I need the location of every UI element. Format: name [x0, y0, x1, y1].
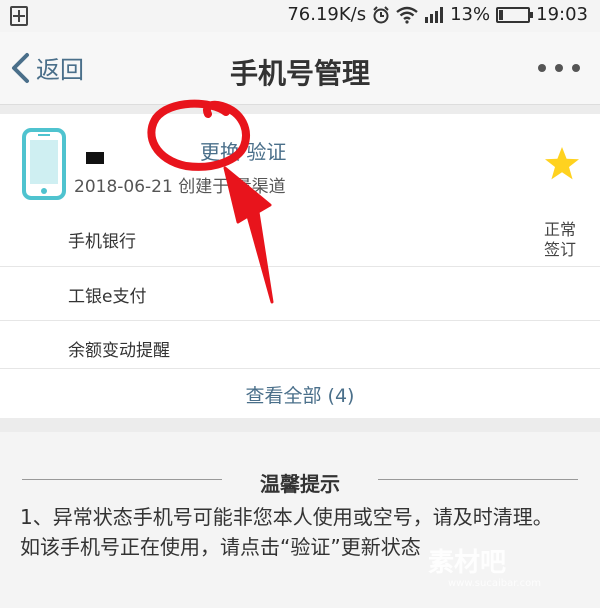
- watermark-text: 素材吧: [428, 548, 507, 578]
- annotation-circle: [147, 99, 250, 171]
- watermark-url: www.sucaibar.com: [448, 578, 541, 589]
- annotation-arrow: [223, 166, 274, 304]
- annotation-overlay: [147, 99, 274, 304]
